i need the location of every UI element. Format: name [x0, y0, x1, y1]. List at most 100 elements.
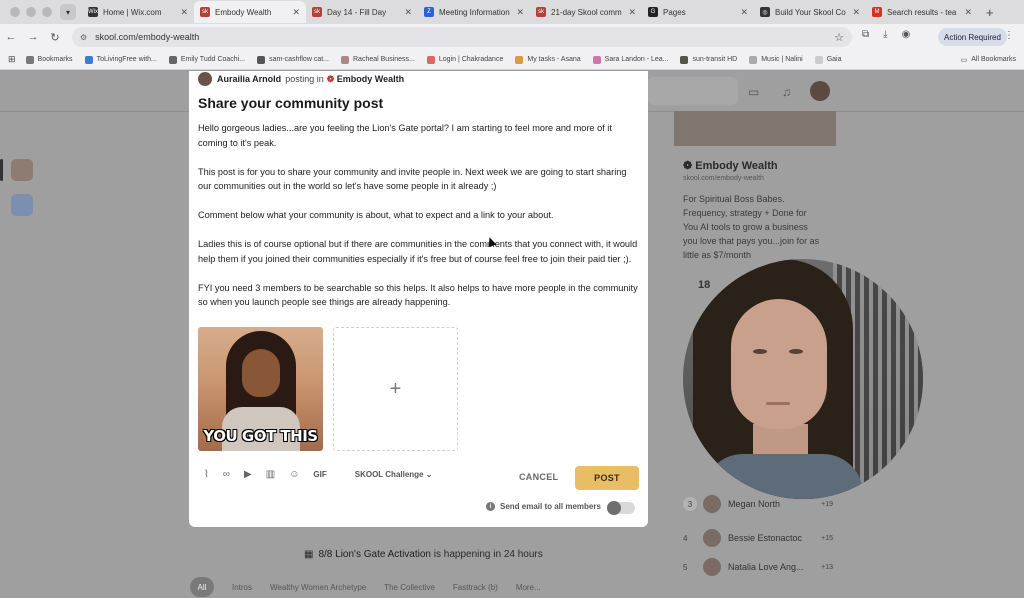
group-name: ❁ Embody Wealth — [326, 73, 405, 84]
reload-icon[interactable]: ↻ — [44, 31, 66, 44]
bookmark-label: Bookmarks — [37, 56, 73, 63]
more-menu-icon[interactable]: ⋮ — [1004, 30, 1014, 41]
bookmark-item[interactable]: ToLivingFree with... — [84, 55, 157, 64]
poll-icon[interactable]: ▥ — [266, 469, 275, 480]
cancel-button[interactable]: CANCEL — [519, 472, 558, 482]
tab-close-icon[interactable]: ✕ — [404, 7, 412, 18]
maximize-window-button[interactable] — [42, 7, 52, 17]
browser-tab[interactable]: sk 21-day Skool comm ✕ — [530, 1, 642, 23]
bookmark-item[interactable]: Login | Chakradance — [426, 55, 504, 64]
browser-tab[interactable]: M Search results - tea ✕ — [866, 1, 978, 23]
all-bookmarks-label: All Bookmarks — [971, 56, 1016, 63]
post-paragraph: This post is for you to share your commu… — [198, 166, 627, 192]
forward-arrow-icon[interactable]: → — [22, 31, 44, 43]
member-points: +15 — [821, 534, 833, 542]
tab-search-icon[interactable]: ▾ — [60, 4, 76, 20]
author-name: Aurailia Arnold — [217, 74, 282, 84]
bookmark-item[interactable]: Emily Tudd Coachi... — [168, 55, 246, 64]
category-select[interactable]: SKOOL Challenge ⌄ — [355, 470, 433, 479]
post-title-input[interactable]: Share your community post — [198, 95, 383, 111]
emoji-icon[interactable]: ☺ — [289, 469, 299, 480]
site-info-icon[interactable]: ⚙ — [80, 33, 87, 42]
bookmark-item[interactable]: Music | Nalini — [749, 55, 803, 64]
bookmark-label: Login | Chakradance — [438, 56, 504, 63]
download-icon[interactable]: ⤓ — [883, 29, 887, 40]
attached-gif[interactable]: YOU GOT THIS — [198, 327, 323, 451]
add-attachment-button[interactable]: + — [333, 327, 458, 451]
tab-close-icon[interactable]: ✕ — [628, 7, 636, 18]
profile-icon[interactable]: ◉ — [902, 29, 911, 40]
community-avatar-1 — [11, 159, 33, 181]
calendar-icon: ▦ — [304, 549, 314, 560]
browser-tab[interactable]: G Pages ✕ — [642, 1, 754, 23]
tab-close-icon[interactable]: ✕ — [292, 7, 300, 18]
tab-favicon-icon: Z — [424, 7, 434, 17]
tab-label: Embody Wealth — [215, 7, 272, 17]
bookmark-star-icon[interactable]: ☆ — [834, 31, 844, 44]
bg-search-box — [648, 77, 738, 105]
browser-tab[interactable]: Wix Home | Wix.com ✕ — [82, 1, 194, 23]
extensions-icon[interactable]: ⧉ — [862, 29, 869, 40]
bookmark-item[interactable]: Racheal Business... — [341, 55, 415, 64]
apps-grid-icon[interactable]: ⊞ — [8, 54, 16, 65]
tab-close-icon[interactable]: ✕ — [852, 7, 860, 18]
leaderboard-row: 5 Natalia Love Ang... +13 — [683, 558, 833, 576]
bookmark-label: Music | Nalini — [761, 56, 803, 63]
bookmark-label: Sara Landon - Lea... — [604, 56, 669, 63]
link-icon[interactable]: ∞ — [223, 469, 230, 480]
paperclip-icon[interactable]: ⌇ — [204, 469, 209, 480]
bookmark-favicon-icon — [592, 55, 601, 64]
bookmark-favicon-icon — [25, 55, 34, 64]
gif-button[interactable]: GIF — [313, 470, 326, 479]
action-required-button[interactable]: Action Required — [938, 28, 1007, 46]
back-arrow-icon[interactable]: ← — [0, 31, 22, 43]
tab-label: Build Your Skool Co — [775, 7, 846, 17]
post-body-editor[interactable]: Hello gorgeous ladies...are you feeling … — [198, 121, 638, 324]
post-button[interactable]: POST — [575, 466, 639, 490]
browser-tab[interactable]: sk Day 14 - Fill Day ✕ — [306, 1, 418, 23]
bookmark-item[interactable]: sun-transit HD — [680, 55, 737, 64]
member-avatar — [703, 529, 721, 547]
browser-tab[interactable]: sk Embody Wealth ✕ — [194, 1, 306, 23]
event-name: 8/8 Lion's Gate Activation — [318, 549, 431, 560]
community-avatar-2 — [11, 194, 33, 216]
tab-close-icon[interactable]: ✕ — [516, 7, 524, 18]
leaderboard-rank: 5 — [683, 562, 688, 572]
tab-close-icon[interactable]: ✕ — [964, 7, 972, 18]
gif-caption: YOU GOT THIS — [203, 427, 318, 445]
bookmark-label: Emily Tudd Coachi... — [180, 56, 246, 63]
all-bookmarks-button[interactable]: ▭ All Bookmarks — [961, 56, 1016, 64]
bookmark-item[interactable]: Bookmarks — [25, 55, 73, 64]
browser-tab[interactable]: Z Meeting Information ✕ — [418, 1, 530, 23]
bookmark-label: Gaia — [826, 56, 842, 63]
new-tab-icon[interactable]: + — [986, 5, 994, 20]
community-banner — [674, 111, 836, 146]
bookmark-item[interactable]: Sara Landon - Lea... — [592, 55, 669, 64]
tab-label: Day 14 - Fill Day — [327, 7, 387, 17]
bookmark-label: ToLivingFree with... — [96, 56, 157, 63]
create-post-modal: Aurailia Arnold posting in ❁ Embody Weal… — [189, 71, 648, 527]
bookmark-item[interactable]: Gaia — [814, 55, 842, 64]
url-input[interactable]: ⚙ skool.com/embody-wealth ☆ — [72, 27, 852, 47]
bookmark-item[interactable]: sam-cashflow cat... — [257, 55, 329, 64]
send-email-toggle[interactable] — [607, 501, 635, 515]
close-window-button[interactable] — [10, 7, 20, 17]
tab-close-icon[interactable]: ✕ — [180, 7, 188, 18]
chat-icon: ▭ — [748, 85, 760, 99]
video-icon[interactable]: ▶ — [244, 469, 252, 480]
address-bar-row: ← → ↻ ⚙ skool.com/embody-wealth ☆ ⧉ ⤓ ◉ … — [0, 24, 1024, 50]
browser-tab[interactable]: ◎ Build Your Skool Co ✕ — [754, 1, 866, 23]
window-controls — [10, 7, 52, 17]
post-paragraph: Hello gorgeous ladies...are you feeling … — [198, 123, 612, 148]
leaderboard-rank: 3 — [683, 497, 697, 511]
bookmark-item[interactable]: My tasks - Asana — [515, 55, 581, 64]
bell-icon: ♫ — [782, 85, 791, 99]
minimize-window-button[interactable] — [26, 7, 36, 17]
browser-tab-strip: ▾ Wix Home | Wix.com ✕ sk Embody Wealth ✕ sk Da… — [0, 0, 1024, 24]
tab-close-icon[interactable]: ✕ — [740, 7, 748, 18]
leaderboard-row: 4 Bessie Estonactoc +15 — [683, 529, 833, 547]
tab-label: 21-day Skool comm — [551, 7, 622, 17]
posting-in-label: posting in — [285, 74, 324, 84]
post-paragraph: Comment below what your community is abo… — [198, 210, 554, 220]
event-time: is happening in 24 hours — [433, 549, 543, 560]
